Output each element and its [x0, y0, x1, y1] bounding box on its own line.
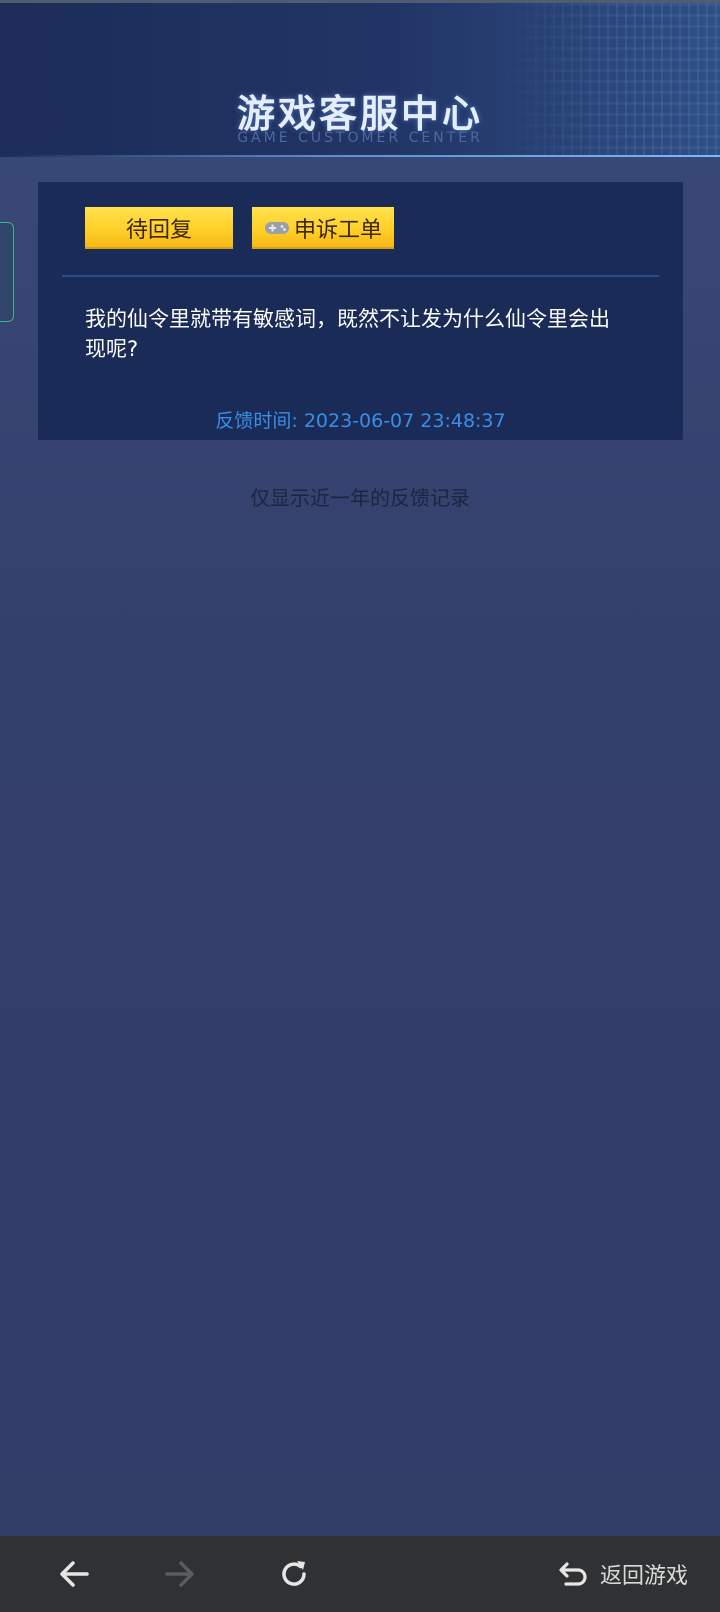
- feedback-time: 反馈时间: 2023-06-07 23:48:37: [215, 410, 506, 432]
- records-notice: 仅显示近一年的反馈记录: [250, 486, 470, 510]
- return-to-game-label: 返回游戏: [599, 1564, 688, 1589]
- feedback-card[interactable]: 待回复 申诉工单 我的仙令里就带有敏感词，既然不让发为什么仙令里会出现呢? 反馈…: [38, 182, 683, 440]
- undo-icon: [559, 1562, 587, 1586]
- reload-button[interactable]: [270, 1550, 318, 1598]
- feedback-question: 我的仙令里就带有敏感词，既然不让发为什么仙令里会出现呢?: [85, 307, 610, 361]
- forward-button[interactable]: [156, 1550, 204, 1598]
- bottom-navbar: 返回游戏: [0, 1536, 720, 1612]
- gamepad-icon: [264, 222, 289, 234]
- arrow-right-icon: [165, 1561, 194, 1587]
- page-header: 游戏客服中心 GAME CUSTOMER CENTER: [0, 3, 720, 157]
- reload-icon: [282, 1561, 306, 1586]
- appeal-ticket-badge: 申诉工单: [252, 207, 394, 249]
- arrow-left-icon: [60, 1561, 89, 1587]
- back-button[interactable]: [50, 1550, 98, 1598]
- card-divider: [62, 275, 659, 277]
- appeal-ticket-label: 申诉工单: [293, 218, 382, 243]
- side-drawer-handle[interactable]: [0, 222, 14, 322]
- status-badge: 待回复: [85, 207, 233, 249]
- return-to-game-button[interactable]: 返回游戏: [558, 1550, 688, 1598]
- page-subtitle: GAME CUSTOMER CENTER: [237, 130, 483, 146]
- header-divider: [0, 155, 720, 157]
